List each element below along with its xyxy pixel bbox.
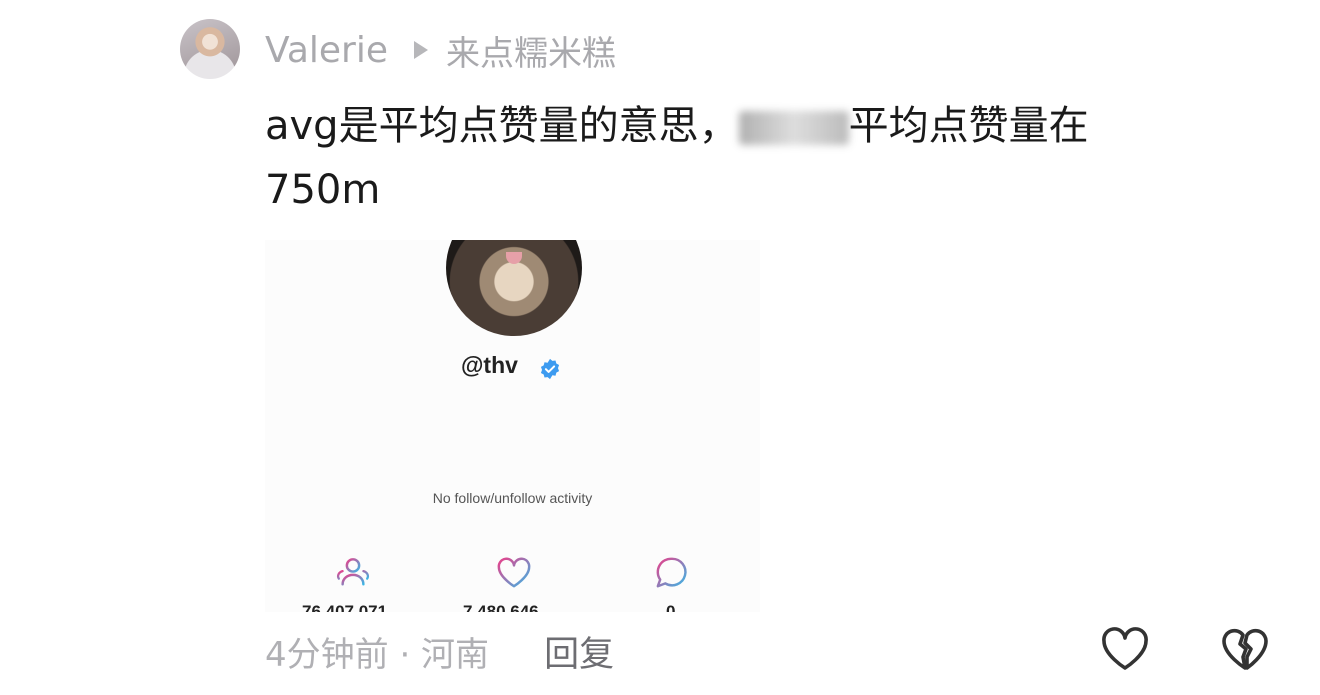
comment-text-part1: avg是平均点赞量的意思， (265, 103, 739, 149)
comment-header: Valerie 来点糯米糕 (265, 26, 616, 74)
comment-footer: 4分钟前 · 河南 回复 (265, 626, 614, 677)
attached-image[interactable]: @thv No follow/unfollow activity 76,407,… (265, 240, 760, 612)
chat-bubble-icon (656, 557, 687, 588)
username[interactable]: Valerie (265, 30, 388, 71)
obscured-text (738, 111, 849, 145)
heart-icon (497, 557, 531, 588)
people-icon (336, 558, 370, 586)
likes-count: 7,480,646 (463, 602, 539, 612)
profile-handle: @thv (461, 352, 518, 378)
comment-text-part2: 平均点赞量在 (848, 103, 1089, 149)
heart-outline-icon[interactable] (1100, 625, 1150, 673)
verified-badge-icon (540, 358, 560, 380)
activity-text: No follow/unfollow activity (432, 490, 593, 506)
comments-count: 0 (666, 602, 676, 612)
reply-arrow-icon (414, 41, 428, 59)
followers-count: 76,407,071 (302, 602, 388, 612)
reply-button[interactable]: 回复 (544, 626, 614, 677)
reply-to-username[interactable]: 来点糯米糕 (446, 26, 616, 75)
comment-text-line2: 750m (265, 167, 381, 213)
user-avatar[interactable] (180, 19, 240, 79)
broken-heart-icon[interactable] (1220, 625, 1270, 673)
comment-text: avg是平均点赞量的意思， 平均点赞量在 750m (265, 94, 1195, 222)
time-location: 4分钟前 · 河南 (265, 634, 490, 675)
